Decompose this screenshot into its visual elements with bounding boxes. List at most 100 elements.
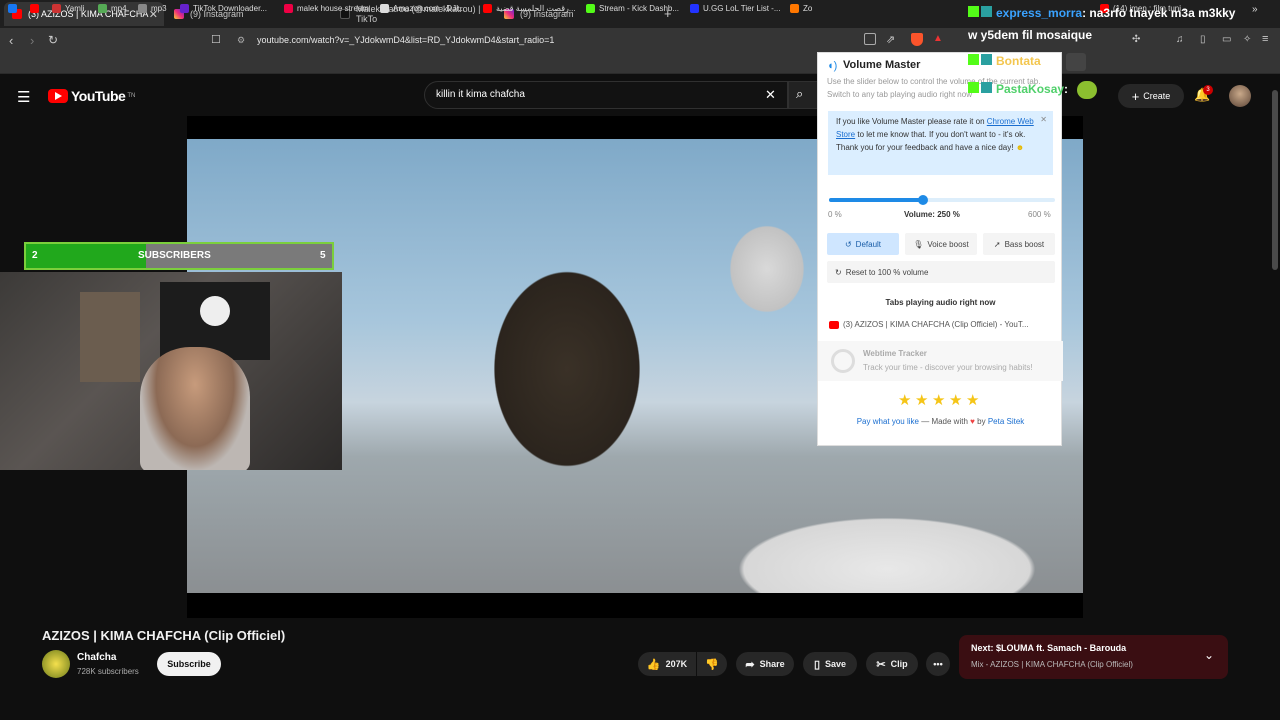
- volume-slider[interactable]: [829, 195, 1055, 205]
- brave-shield-icon[interactable]: [911, 33, 923, 46]
- default-button[interactable]: ↺ Default: [827, 233, 899, 255]
- channel-avatar[interactable]: [42, 650, 70, 678]
- subscribe-button[interactable]: Subscribe: [157, 652, 221, 676]
- bookmark-malek-house[interactable]: malek house stream: [284, 4, 369, 13]
- bookmark-ugg[interactable]: U.GG LoL Tier List -...: [690, 4, 781, 13]
- volume-slider-thumb[interactable]: [918, 195, 929, 205]
- bookmark-yamli[interactable]: Yamli: [52, 4, 84, 13]
- volume-master-popup: ◖) Volume Master Use the slider below to…: [817, 52, 1063, 446]
- bookmark-kick[interactable]: Stream - Kick Dashb...: [586, 4, 679, 13]
- emote-icon: [1077, 81, 1098, 99]
- dislike-button[interactable]: 👎: [697, 652, 727, 676]
- clip-button[interactable]: ✂ Clip: [866, 652, 918, 676]
- webtime-ad[interactable]: Webtime Tracker Track your time - discov…: [818, 341, 1063, 381]
- plus-icon: +: [1131, 88, 1140, 104]
- rating-star-icon[interactable]: ★: [898, 391, 911, 409]
- share-page-icon[interactable]: ⇗: [886, 33, 895, 46]
- clear-search-icon[interactable]: ✕: [765, 87, 776, 103]
- bass-boost-button[interactable]: ➚ Bass boost: [983, 233, 1055, 255]
- extensions-icon[interactable]: ✣: [1132, 34, 1140, 45]
- site-info-icon[interactable]: ⚙: [237, 35, 245, 46]
- bookmark-mp3[interactable]: mp3: [138, 4, 167, 13]
- bookmark-tiktok-downloader[interactable]: TikTok Downloader...: [180, 4, 267, 13]
- subs-goal: 5: [320, 250, 326, 261]
- menu-icon[interactable]: ≡: [1262, 33, 1268, 45]
- subscriber-count: 728K subscribers: [77, 667, 139, 676]
- thumbs-down-icon: 👎: [705, 658, 719, 671]
- cast-icon[interactable]: [864, 33, 876, 45]
- search-icon: ⌕: [796, 86, 804, 101]
- popup-footer: Pay what you like — Made with ♥ by Peta …: [856, 417, 1025, 426]
- back-icon[interactable]: ‹: [9, 33, 13, 48]
- tab-title: (3) AZIZOS | KIMA CHAFCHA: [28, 9, 149, 19]
- poster: [80, 292, 140, 382]
- sub-badge-icon: [981, 6, 992, 17]
- rating-star-icon[interactable]: ★: [915, 391, 928, 409]
- volume-master-logo-icon: ◖): [827, 60, 838, 72]
- like-button[interactable]: 👍 207K: [638, 652, 696, 676]
- bookmark-amazon[interactable]: Amazon.com : DJI...: [380, 4, 465, 13]
- sidebar-icon[interactable]: ▯: [1200, 34, 1206, 45]
- scissors-icon: ✂: [876, 658, 886, 671]
- more-dots-icon: •••: [933, 659, 943, 669]
- popup-title: Volume Master: [843, 59, 921, 71]
- bookmarks-more-icon[interactable]: »: [1252, 4, 1258, 15]
- streamer-webcam: [0, 272, 342, 470]
- hamburger-menu-icon[interactable]: ☰: [17, 88, 30, 106]
- search-button[interactable]: ⌕: [788, 81, 818, 109]
- skull-icon: [200, 296, 230, 326]
- subscribers-progress-fill: [26, 244, 146, 268]
- reset-arrow-icon: ↺: [844, 239, 852, 249]
- rating-star-icon[interactable]: ★: [932, 391, 945, 409]
- heart-icon: ♥: [970, 417, 975, 426]
- thumbs-up-icon: 👍: [646, 658, 661, 671]
- share-button[interactable]: ➦ Share: [736, 652, 794, 676]
- wallet-icon[interactable]: ▭: [1222, 34, 1231, 45]
- chevron-down-icon[interactable]: ⌄: [1204, 648, 1214, 662]
- reset-volume-button[interactable]: ↻ Reset to 100 % volume: [827, 261, 1055, 283]
- rocket-icon: ➚: [993, 239, 1001, 249]
- emote-icon: [1066, 53, 1087, 71]
- video-title: AZIZOS | KIMA CHAFCHA (Clip Officiel): [42, 628, 286, 643]
- forward-icon[interactable]: ›: [30, 33, 34, 48]
- up-next-panel[interactable]: Next: $LOUMA ft. Samach - Barouda Mix - …: [959, 635, 1228, 679]
- streamer-person: [140, 347, 250, 470]
- sub-badge-icon: [981, 54, 992, 66]
- chat-message: express_morra: na3rfo tnayek m3a m3kky: [968, 6, 1235, 20]
- rating-star-icon[interactable]: ★: [966, 391, 979, 409]
- save-button[interactable]: ▯ Save: [803, 652, 857, 676]
- kick-badge-icon: [968, 54, 979, 66]
- author-link[interactable]: Peta Sitek: [988, 417, 1024, 426]
- more-actions-button[interactable]: •••: [926, 652, 950, 676]
- voice-boost-button[interactable]: 🎙 Voice boost: [905, 233, 977, 255]
- bookmarks-bar: [0, 52, 1280, 74]
- volume-min-label: 0 %: [828, 210, 842, 219]
- media-icon[interactable]: ♫: [1176, 34, 1184, 45]
- pay-what-you-like-link[interactable]: Pay what you like: [857, 417, 919, 426]
- bookmark-facebook-icon[interactable]: [8, 4, 21, 13]
- reload-icon[interactable]: ↻: [48, 33, 58, 47]
- page-scrollbar[interactable]: [1272, 90, 1278, 270]
- account-avatar[interactable]: [1229, 85, 1251, 107]
- search-input[interactable]: killin it kima chafcha ✕: [424, 81, 788, 109]
- audio-tab-item[interactable]: (3) AZIZOS | KIMA CHAFCHA (Clip Officiel…: [829, 320, 1054, 329]
- microphone-icon: 🎙: [913, 239, 924, 249]
- youtube-logo[interactable]: YouTube TN: [48, 88, 135, 104]
- channel-name[interactable]: Chafcha: [77, 652, 116, 663]
- bookmark-zo[interactable]: Zo: [790, 4, 812, 13]
- leo-icon[interactable]: ✧: [1243, 34, 1251, 45]
- bookmark-mp4[interactable]: mp4: [98, 4, 127, 13]
- sub-badge-icon: [981, 82, 992, 94]
- youtube-play-icon: [48, 89, 68, 103]
- bookmark-icon[interactable]: ☐: [211, 33, 221, 46]
- close-banner-icon[interactable]: ✕: [1040, 113, 1047, 126]
- bookmark-youtube-icon[interactable]: [30, 4, 43, 13]
- url-field[interactable]: youtube.com/watch?v=_YJdokwmD4&list=RD_Y…: [257, 35, 554, 45]
- next-video-title: Next: $LOUMA ft. Samach - Barouda: [971, 643, 1127, 653]
- brave-rewards-icon[interactable]: ▲: [933, 33, 943, 44]
- subs-label: SUBSCRIBERS: [138, 250, 211, 261]
- tabs-playing-heading: Tabs playing audio right now: [885, 298, 996, 307]
- create-button[interactable]: + Create: [1118, 84, 1184, 108]
- bookmark-arabic[interactable]: رقصت الحلمسة قضية...: [483, 4, 576, 13]
- rating-star-icon[interactable]: ★: [949, 391, 962, 409]
